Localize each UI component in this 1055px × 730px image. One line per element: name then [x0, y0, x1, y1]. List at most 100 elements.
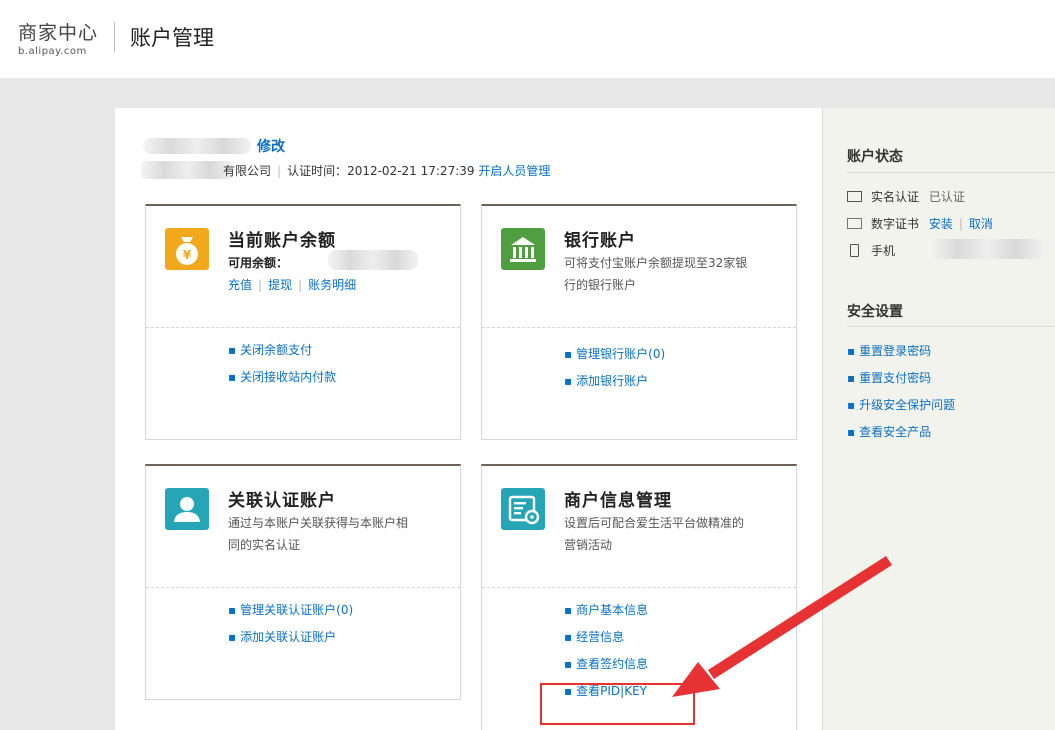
top-header: 商家中心 b.alipay.com 账户管理: [0, 0, 1055, 78]
redacted-company-name: [141, 161, 233, 179]
redacted-account-name: [143, 138, 251, 154]
available-balance-label: 可用余额：: [228, 256, 289, 270]
cert-time: 认证时间：2012-02-21 17:27:39: [287, 164, 475, 178]
phone-row: 手机: [847, 242, 895, 259]
card-title: 银行账户: [564, 231, 636, 251]
open-staff-management-link[interactable]: 开启人员管理: [478, 164, 550, 178]
withdraw-link[interactable]: 提现: [268, 278, 292, 292]
header-divider: [114, 22, 115, 52]
divider: [847, 172, 1055, 173]
phone-icon: [850, 244, 859, 257]
add-bank-account-link[interactable]: 添加银行账户: [576, 374, 648, 388]
company-suffix: 有限公司: [223, 164, 272, 178]
alipay-merchant-logo[interactable]: 商家中心 b.alipay.com: [18, 18, 98, 57]
account-status-title: 账户状态: [847, 149, 903, 165]
reset-login-password-link[interactable]: 重置登录密码: [859, 344, 931, 358]
add-linked-account-link[interactable]: 添加关联认证账户: [240, 630, 336, 644]
redacted-phone: [929, 239, 1045, 259]
install-cert-link[interactable]: 安装: [929, 217, 953, 231]
list-item: ▪ 查看签约信息: [564, 654, 648, 681]
bullet-icon: ▪: [847, 344, 856, 358]
main-panel: 修改 有限公司 | 认证时间：2012-02-21 17:27:39 开启人员管理 …: [115, 108, 822, 730]
card-links: ▪ 管理关联认证账户(0) ▪ 添加关联认证账户: [228, 600, 353, 654]
phone-label: 手机: [871, 244, 896, 258]
business-info-link[interactable]: 经营信息: [576, 630, 624, 644]
bullet-icon: ▪: [847, 371, 856, 385]
bullet-icon: ▪: [228, 603, 237, 617]
separator: |: [277, 164, 282, 178]
cert-label: 数字证书: [871, 217, 920, 231]
svg-text:¥: ¥: [183, 248, 192, 262]
card-header: ¥ 当前账户余额 可用余额： 充值 | 提现 | 账务明细: [146, 206, 460, 328]
list-item: ▪ 管理银行账户(0): [564, 344, 665, 371]
bank-icon: [501, 228, 545, 270]
account-info-row: 有限公司 | 认证时间：2012-02-21 17:27:39 开启人员管理: [223, 162, 550, 179]
bullet-icon: ▪: [228, 343, 237, 357]
realname-label: 实名认证: [871, 190, 920, 204]
logo-url: b.alipay.com: [18, 46, 87, 57]
card-links: ▪ 管理银行账户(0) ▪ 添加银行账户: [564, 344, 665, 398]
card-links: ▪ 关闭余额支付 ▪ 关闭接收站内付款: [228, 340, 336, 394]
list-item: ▪ 商户基本信息: [564, 600, 648, 627]
card-description: 可将支付宝账户余额提现至32家银行的银行账户: [564, 256, 748, 292]
certificate-icon: [847, 218, 862, 229]
card-description: 通过与本账户关联获得与本账户相同的实名认证: [228, 516, 409, 552]
view-contract-info-link[interactable]: 查看签约信息: [576, 657, 648, 671]
balance-actions: 充值 | 提现 | 账务明细: [228, 276, 356, 293]
card-header: 关联认证账户 通过与本账户关联获得与本账户相同的实名认证: [146, 466, 460, 588]
bank-account-card: 银行账户 可将支付宝账户余额提现至32家银行的银行账户 ▪ 管理银行账户(0) ▪…: [481, 204, 797, 440]
list-item: ▪ 关闭余额支付: [228, 340, 336, 367]
balance-card: ¥ 当前账户余额 可用余额： 充值 | 提现 | 账务明细 ▪ 关闭余额支付 ▪ 关闭接收站…: [145, 204, 461, 440]
linked-cert-account-card: 关联认证账户 通过与本账户关联获得与本账户相同的实名认证 ▪ 管理关联认证账户(0…: [145, 464, 461, 700]
manage-bank-accounts-link[interactable]: 管理银行账户(0): [576, 347, 665, 361]
merchant-settings-icon: [501, 488, 545, 530]
money-bag-icon: ¥: [165, 228, 209, 270]
annotation-highlight-box: [540, 683, 695, 725]
bullet-icon: ▪: [228, 370, 237, 384]
card-header: 商户信息管理 设置后可配合爱生活平台做精准的营销活动: [482, 466, 796, 588]
sidebar: 账户状态 实名认证 已认证 数字证书 安装 | 取消 手机 安全设置 ▪ 重置登录密码…: [822, 108, 1055, 730]
separator: |: [298, 278, 303, 292]
list-item: ▪ 查看安全产品: [847, 423, 931, 440]
digital-cert-row: 数字证书 安装 | 取消: [847, 215, 993, 232]
realname-status-row: 实名认证 已认证: [847, 188, 965, 205]
page-title: 账户管理: [130, 26, 214, 50]
edit-account-link[interactable]: 修改: [257, 136, 285, 156]
list-item: ▪ 重置支付密码: [847, 369, 931, 386]
recharge-link[interactable]: 充值: [228, 278, 252, 292]
bullet-icon: ▪: [228, 630, 237, 644]
logo-title: 商家中心: [18, 22, 99, 44]
list-item: ▪ 经营信息: [564, 627, 648, 654]
bullet-icon: ▪: [847, 398, 856, 412]
bullet-icon: ▪: [564, 603, 573, 617]
list-item: ▪ 升级安全保护问题: [847, 396, 955, 413]
account-details-link[interactable]: 账务明细: [308, 278, 356, 292]
id-card-icon: [847, 191, 862, 202]
reset-payment-password-link[interactable]: 重置支付密码: [859, 371, 931, 385]
card-title: 当前账户余额: [228, 231, 336, 251]
disable-balance-payment-link[interactable]: 关闭余额支付: [240, 343, 312, 357]
card-title: 商户信息管理: [564, 491, 672, 511]
bullet-icon: ▪: [847, 425, 856, 439]
disable-onsite-payment-link[interactable]: 关闭接收站内付款: [240, 370, 336, 384]
manage-linked-accounts-link[interactable]: 管理关联认证账户(0): [240, 603, 353, 617]
card-description: 设置后可配合爱生活平台做精准的营销活动: [564, 516, 745, 552]
security-settings-title: 安全设置: [847, 304, 903, 320]
card-title: 关联认证账户: [228, 491, 336, 511]
list-item: ▪ 管理关联认证账户(0): [228, 600, 353, 627]
cancel-cert-link[interactable]: 取消: [969, 217, 993, 231]
merchant-basic-info-link[interactable]: 商户基本信息: [576, 603, 648, 617]
bullet-icon: ▪: [564, 657, 573, 671]
bullet-icon: ▪: [564, 630, 573, 644]
separator: |: [258, 278, 263, 292]
list-item: ▪ 添加关联认证账户: [228, 627, 353, 654]
view-security-products-link[interactable]: 查看安全产品: [859, 425, 931, 439]
bullet-icon: ▪: [564, 347, 573, 361]
card-header: 银行账户 可将支付宝账户余额提现至32家银行的银行账户: [482, 206, 796, 328]
divider: [847, 326, 1055, 327]
list-item: ▪ 重置登录密码: [847, 342, 931, 359]
user-icon: [165, 488, 209, 530]
separator: |: [958, 217, 963, 231]
redacted-balance: [328, 250, 418, 270]
upgrade-security-question-link[interactable]: 升级安全保护问题: [859, 398, 955, 412]
